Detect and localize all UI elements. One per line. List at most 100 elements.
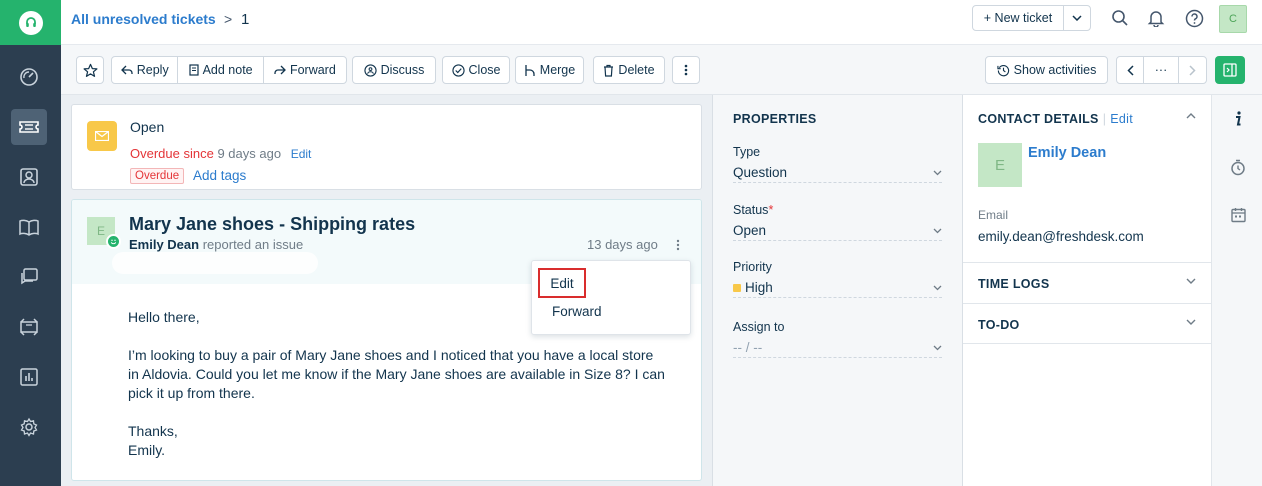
conversation-time: 13 days ago — [587, 237, 658, 252]
redacted-blur — [112, 252, 318, 274]
requester-name[interactable]: Emily Dean — [129, 237, 199, 252]
breadcrumb-ticket-id: 1 — [241, 11, 250, 28]
solutions-icon[interactable] — [11, 209, 47, 245]
ticket-list-menu-button[interactable]: ··· — [1144, 57, 1179, 83]
ticket-status: Open — [130, 119, 165, 135]
previous-ticket-button[interactable] — [1117, 57, 1145, 83]
discuss-icon — [363, 63, 377, 77]
note-icon — [188, 64, 199, 76]
body-paragraph: Emily. — [128, 442, 166, 458]
priority-value: High — [745, 280, 773, 295]
status-value: Open — [733, 223, 767, 238]
overdue-info: Overdue since 9 days ago Edit — [130, 146, 311, 161]
star-button[interactable] — [76, 56, 104, 84]
overdue-since: 9 days ago — [217, 146, 282, 161]
sidebar-collapse-icon — [1223, 63, 1237, 77]
time-logs-label: TIME LOGS — [978, 277, 1050, 291]
show-activities-button[interactable]: Show activities — [985, 56, 1108, 84]
contact-email-label: Email — [978, 208, 1009, 222]
top-header: All unresolved tickets > 1 + New ticket … — [61, 0, 1262, 45]
priority-color-icon — [733, 284, 741, 292]
overdue-prefix: Overdue since — [130, 146, 214, 161]
todo-label: TO-DO — [978, 318, 1020, 332]
time-logs-section[interactable]: TIME LOGS — [963, 262, 1212, 303]
right-rail — [1212, 95, 1262, 486]
star-icon — [83, 63, 97, 77]
menu-item-edit[interactable]: Edit — [538, 268, 586, 298]
discuss-label: Discuss — [380, 63, 425, 77]
smiley-icon — [106, 234, 121, 249]
user-avatar[interactable]: C — [1219, 5, 1247, 33]
type-property: Type Question — [733, 145, 942, 183]
notifications-bell-icon[interactable] — [1146, 8, 1166, 28]
chevron-up-icon[interactable] — [1186, 112, 1196, 119]
contact-name[interactable]: Emily Dean — [1028, 145, 1106, 161]
edit-due-date-link[interactable]: Edit — [291, 147, 312, 161]
priority-label: Priority — [733, 260, 772, 274]
type-select[interactable]: Question — [733, 163, 942, 183]
close-label: Close — [468, 63, 501, 77]
breadcrumb-all-unresolved[interactable]: All unresolved tickets — [71, 11, 216, 27]
help-icon[interactable] — [1184, 8, 1204, 28]
timer-icon[interactable] — [1229, 158, 1247, 176]
close-ticket-button[interactable]: Close — [442, 56, 510, 84]
type-value: Question — [733, 165, 788, 180]
contact-email: emily.dean@freshdesk.com — [978, 229, 1144, 244]
ticket-toolbar: Reply Add note Forward Discuss Close Mer… — [61, 45, 1262, 95]
dashboard-icon[interactable] — [11, 59, 47, 95]
reports-icon[interactable] — [11, 359, 47, 395]
info-icon[interactable] — [1229, 110, 1247, 128]
todo-section[interactable]: TO-DO — [963, 303, 1212, 344]
conversation-menu-icon[interactable] — [672, 238, 684, 252]
next-ticket-button[interactable] — [1179, 57, 1206, 83]
groups-icon[interactable] — [11, 309, 47, 345]
contact-details-panel: CONTACT DETAILS | Edit E Emily Dean Email … — [963, 95, 1212, 486]
status-label: Status* — [733, 203, 774, 217]
menu-item-forward[interactable]: Forward — [552, 304, 602, 319]
new-ticket-button-group: + New ticket — [972, 5, 1091, 31]
search-icon[interactable] — [1110, 8, 1130, 28]
conversation-card: E Mary Jane shoes - Shipping rates Emily… — [71, 199, 702, 481]
chevron-down-icon[interactable] — [1064, 6, 1090, 30]
contacts-icon[interactable] — [11, 159, 47, 195]
chevron-down-icon — [933, 228, 942, 233]
more-actions-button[interactable] — [672, 56, 700, 84]
chevron-down-icon — [933, 170, 942, 175]
contact-avatar: E — [978, 143, 1022, 187]
reply-icon — [120, 65, 133, 75]
chevron-down-icon — [1186, 278, 1196, 284]
add-note-button[interactable]: Add note — [178, 57, 264, 83]
chevron-down-icon — [933, 345, 942, 350]
admin-icon[interactable] — [11, 409, 47, 445]
forward-button[interactable]: Forward — [264, 57, 346, 83]
left-nav — [0, 0, 61, 486]
freshdesk-logo[interactable] — [0, 0, 61, 45]
overdue-badge: Overdue — [130, 168, 185, 184]
ticket-subject: Mary Jane shoes - Shipping rates — [129, 214, 416, 234]
forums-icon[interactable] — [11, 259, 47, 295]
assign-select[interactable]: -- / -- — [733, 338, 942, 358]
delete-button[interactable]: Delete — [593, 56, 665, 84]
discuss-button[interactable]: Discuss — [352, 56, 436, 84]
delete-label: Delete — [618, 63, 655, 77]
email-source-icon — [87, 121, 117, 151]
new-ticket-button[interactable]: + New ticket — [973, 6, 1064, 30]
chevron-down-icon — [933, 285, 942, 290]
calendar-icon[interactable] — [1229, 206, 1247, 224]
conversation-from: Emily Dean reported an issue — [129, 237, 303, 252]
toggle-sidebar-button[interactable] — [1215, 56, 1245, 84]
contact-details-title: CONTACT DETAILS | Edit — [978, 112, 1134, 126]
add-note-label: Add note — [202, 63, 253, 77]
reply-button[interactable]: Reply — [112, 57, 179, 83]
ticket-status-card: Open Overdue since 9 days ago Edit Overd… — [71, 104, 702, 190]
tickets-icon[interactable] — [11, 109, 47, 145]
show-activities-label: Show activities — [1013, 63, 1097, 77]
status-select[interactable]: Open — [733, 221, 942, 241]
merge-button[interactable]: Merge — [515, 56, 584, 84]
properties-title: PROPERTIES — [733, 112, 817, 126]
edit-contact-link[interactable]: Edit — [1110, 112, 1133, 126]
add-tags-link[interactable]: Add tags — [193, 168, 246, 183]
assign-property: Assign to -- / -- — [733, 320, 942, 358]
priority-select[interactable]: High — [733, 278, 942, 298]
breadcrumb-separator: > — [224, 11, 233, 27]
